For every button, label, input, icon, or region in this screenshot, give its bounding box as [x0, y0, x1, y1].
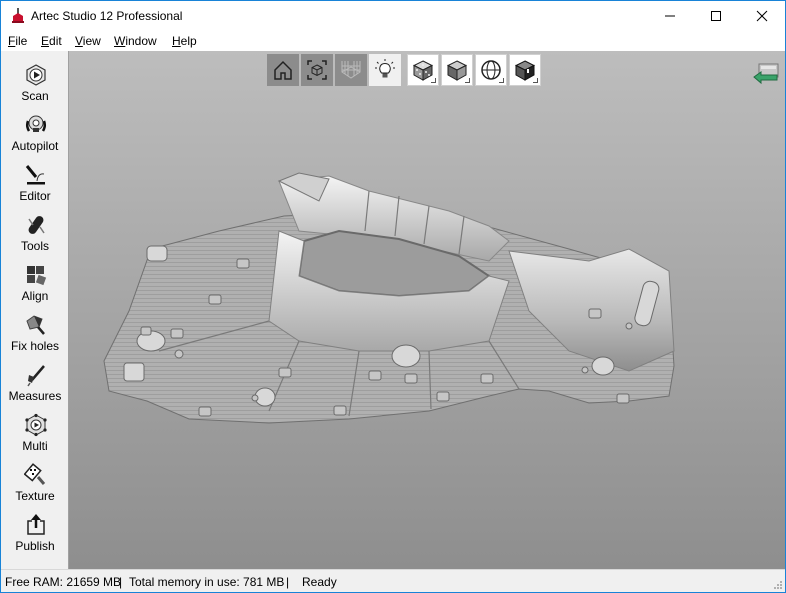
publish-icon	[27, 514, 45, 535]
menu-accel: E	[41, 34, 50, 48]
texture-icon	[24, 463, 46, 485]
sidebar-item-tools[interactable]: Tools	[1, 211, 69, 261]
fit-to-view-icon	[307, 60, 327, 80]
grid-toggle-button[interactable]	[335, 54, 367, 86]
backface-mode-button[interactable]	[509, 54, 541, 86]
minimize-button[interactable]	[647, 1, 693, 31]
scan-icon	[26, 64, 46, 86]
shaded-mode-button[interactable]	[441, 54, 473, 86]
light-bulb-icon	[375, 59, 395, 78]
measures-icon	[27, 365, 45, 387]
grid-icon	[341, 61, 361, 79]
back-arrow-icon	[753, 63, 779, 85]
textured-mode-button[interactable]	[407, 54, 439, 86]
sidebar: Scan Autopilot Editor Tools Align Fix ho…	[1, 51, 69, 569]
back-button[interactable]	[753, 63, 779, 85]
menu-bar: File Edit View Window Help	[1, 31, 785, 51]
sidebar-item-measures[interactable]: Measures	[1, 361, 69, 411]
sidebar-label: Tools	[20, 239, 49, 253]
sidebar-label: Autopilot	[11, 139, 59, 153]
home-icon	[274, 60, 292, 80]
menu-view[interactable]: View	[75, 34, 101, 48]
sidebar-label: Texture	[15, 489, 55, 503]
menu-window[interactable]: Window	[114, 34, 157, 48]
autopilot-icon	[25, 115, 47, 132]
projection-mode-button[interactable]	[475, 54, 507, 86]
memory-in-use-readout: Total memory in use: 781 MB	[129, 575, 285, 589]
menu-label: ile	[15, 34, 28, 48]
menu-label: iew	[82, 34, 101, 48]
sidebar-item-fix-holes[interactable]: Fix holes	[1, 311, 69, 361]
app-window: Artec Studio 12 Professional File Edit V…	[0, 0, 786, 593]
menu-label: dit	[49, 34, 62, 48]
status-separator: |	[286, 575, 290, 589]
maximize-button[interactable]	[693, 1, 739, 31]
multi-icon	[25, 413, 47, 437]
home-view-button[interactable]	[267, 54, 299, 86]
menu-accel: W	[114, 34, 126, 48]
artec-logo-icon	[12, 8, 24, 23]
maximize-icon	[711, 11, 721, 21]
sidebar-item-autopilot[interactable]: Autopilot	[1, 111, 69, 161]
status-message: Ready	[302, 575, 337, 589]
title-bar: Artec Studio 12 Professional	[1, 1, 785, 31]
status-bar: Free RAM: 21659 MB | Total memory in use…	[1, 569, 785, 592]
editor-icon	[25, 165, 45, 185]
dropdown-corner-icon	[431, 78, 436, 83]
sidebar-item-align[interactable]: Align	[1, 261, 69, 311]
close-button[interactable]	[739, 1, 785, 31]
menu-edit[interactable]: Edit	[41, 34, 62, 48]
fit-view-button[interactable]	[301, 54, 333, 86]
align-icon	[27, 266, 47, 286]
fix-holes-icon	[26, 315, 45, 335]
sidebar-label: Measures	[8, 389, 62, 403]
3d-viewport[interactable]	[69, 51, 785, 569]
menu-file[interactable]: File	[8, 34, 27, 48]
sidebar-item-texture[interactable]: Texture	[1, 461, 69, 511]
tools-icon	[28, 216, 45, 234]
menu-label: elp	[180, 34, 197, 48]
sidebar-label: Fix holes	[10, 339, 60, 353]
menu-accel: H	[172, 34, 181, 48]
sidebar-label: Multi	[22, 439, 48, 453]
sidebar-label: Scan	[21, 89, 49, 103]
scanned-3d-model[interactable]	[69, 51, 785, 569]
lighting-toggle-button[interactable]	[369, 54, 401, 86]
status-separator: |	[119, 575, 123, 589]
free-ram-readout: Free RAM: 21659 MB	[5, 575, 122, 589]
sidebar-item-publish[interactable]: Publish	[1, 511, 69, 561]
view-toolbar	[267, 54, 541, 86]
sidebar-item-scan[interactable]: Scan	[1, 61, 69, 111]
resize-grip-icon[interactable]	[773, 580, 783, 590]
dropdown-corner-icon	[533, 78, 538, 83]
menu-accel: V	[75, 34, 83, 48]
minimize-icon	[665, 15, 675, 17]
window-title: Artec Studio 12 Professional	[31, 9, 183, 23]
sidebar-item-multi[interactable]: Multi	[1, 411, 69, 461]
menu-label: indow	[125, 34, 157, 48]
sidebar-label: Align	[21, 289, 49, 303]
close-icon	[756, 10, 768, 22]
dropdown-corner-icon	[499, 78, 504, 83]
sidebar-item-editor[interactable]: Editor	[1, 161, 69, 211]
menu-help[interactable]: Help	[172, 34, 197, 48]
dropdown-corner-icon	[465, 78, 470, 83]
sidebar-label: Editor	[19, 189, 51, 203]
sidebar-label: Publish	[15, 539, 55, 553]
